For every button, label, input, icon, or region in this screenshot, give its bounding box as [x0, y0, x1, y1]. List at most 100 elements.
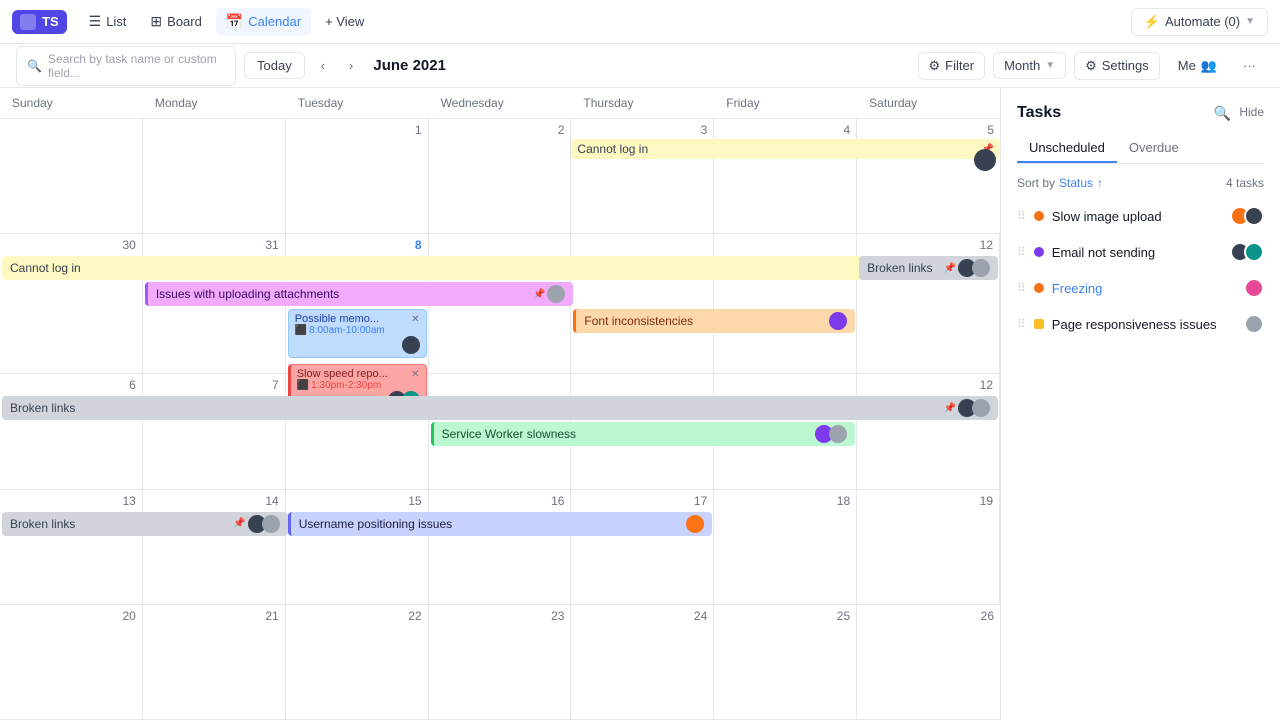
tab-overdue[interactable]: Overdue	[1117, 134, 1191, 163]
cell-jun14[interactable]: 7	[143, 374, 286, 488]
cell-27[interactable]: 20	[0, 605, 143, 719]
search-placeholder: Search by task name or custom field...	[48, 52, 225, 80]
task-status-dot	[1034, 283, 1044, 293]
cell-jun6[interactable]: 30	[0, 234, 143, 373]
today-button[interactable]: Today	[244, 52, 305, 79]
date-12: 12	[861, 238, 995, 252]
event-broken-links-w3[interactable]: Broken links 📌	[2, 396, 998, 420]
date-2: 2	[433, 123, 567, 137]
event-broken-links-w2[interactable]: Broken links 📌	[859, 256, 998, 280]
event-cannot-log-in-w2[interactable]: Cannot log in 📌	[2, 256, 998, 280]
cell-may31[interactable]	[143, 119, 286, 233]
cell-32[interactable]: 25	[714, 605, 857, 719]
cell-jun12[interactable]: 12	[857, 234, 1000, 373]
drag-handle-icon[interactable]: ⠿	[1017, 317, 1026, 331]
sort-value[interactable]: Status ↑	[1059, 176, 1103, 190]
cell-jun26[interactable]: 19	[857, 490, 1000, 604]
sort-row: Sort by Status ↑ 4 tasks	[1017, 176, 1264, 190]
filter-icon: ⚙	[929, 58, 941, 74]
cell-jun11[interactable]	[714, 234, 857, 373]
sort-label: Sort by	[1017, 176, 1055, 190]
task-avatar-group	[1230, 242, 1264, 262]
month-button[interactable]: Month ▼	[993, 52, 1066, 79]
date-13: 6	[4, 378, 138, 392]
cell-jun4[interactable]: 4 Cannot log in 📌	[714, 119, 857, 233]
me-label: Me	[1178, 58, 1196, 73]
event-upload-issues[interactable]: Issues with uploading attachments 📌	[145, 282, 574, 306]
avatar	[1244, 206, 1264, 226]
nav-list[interactable]: ☰ List	[79, 8, 137, 35]
nav-calendar[interactable]: 📅 Calendar	[216, 8, 311, 35]
month-chevron-icon: ▼	[1045, 60, 1055, 71]
event-title: Broken links	[867, 261, 932, 275]
cell-jun1[interactable]: 1	[286, 119, 429, 233]
cell-jun13[interactable]: 6	[0, 374, 143, 488]
search-box[interactable]: 🔍 Search by task name or custom field...	[16, 46, 236, 86]
cell-33[interactable]: 26	[857, 605, 1000, 719]
hide-button[interactable]: Hide	[1239, 105, 1264, 122]
date-19: 12	[861, 378, 995, 392]
cell-jun15[interactable]	[286, 374, 429, 488]
add-view-btn[interactable]: + View	[315, 9, 374, 34]
close-icon[interactable]: ✕	[411, 314, 419, 325]
drag-handle-icon[interactable]: ⠿	[1017, 209, 1026, 223]
filter-label: Filter	[945, 58, 974, 73]
cell-may30[interactable]	[0, 119, 143, 233]
cell-28[interactable]: 21	[143, 605, 286, 719]
settings-button[interactable]: ⚙ Settings	[1074, 52, 1160, 80]
cell-jun25[interactable]: 18	[714, 490, 857, 604]
today-label: Today	[257, 58, 292, 73]
pin-icon: 📌	[944, 403, 956, 414]
cell-30[interactable]: 23	[429, 605, 572, 719]
top-nav: TS ☰ List ⊞ Board 📅 Calendar + View ⚡ Au…	[0, 0, 1280, 44]
cell-jun5[interactable]: 5	[857, 119, 1000, 233]
event-broken-links-w4[interactable]: Broken links 📌	[2, 512, 288, 536]
nav-board[interactable]: ⊞ Board	[140, 8, 211, 35]
task-item[interactable]: ⠿ Freezing	[1017, 274, 1264, 302]
cell-jun23[interactable]: 16	[429, 490, 572, 604]
filter-button[interactable]: ⚙ Filter	[918, 52, 986, 80]
date-29: 22	[290, 609, 424, 623]
date-31: 31	[147, 238, 281, 252]
task-name: Email not sending	[1052, 245, 1222, 260]
drag-handle-icon[interactable]: ⠿	[1017, 245, 1026, 259]
cell-jun19[interactable]: 12	[857, 374, 1000, 488]
event-memory-leak[interactable]: Possible memo... ✕ ⬛ 8:00am-10:00am	[288, 309, 427, 358]
event-font-inconsistencies[interactable]: Font inconsistencies	[573, 309, 855, 333]
task-item[interactable]: ⠿ Email not sending	[1017, 238, 1264, 266]
cell-jun3[interactable]: 3	[571, 119, 714, 233]
day-wednesday: Wednesday	[429, 88, 572, 118]
add-view-label: + View	[325, 14, 364, 29]
task-avatar-group	[1230, 206, 1264, 226]
cell-29[interactable]: 22	[286, 605, 429, 719]
cell-31[interactable]: 24	[571, 605, 714, 719]
me-button[interactable]: Me 👥	[1168, 53, 1227, 79]
month-label: Month	[1004, 58, 1040, 73]
cell-jun21[interactable]: 14	[143, 490, 286, 604]
event-username-positioning[interactable]: Username positioning issues	[288, 512, 713, 536]
next-month-btn[interactable]: ›	[341, 54, 361, 77]
app-icon	[20, 14, 36, 30]
prev-month-btn[interactable]: ‹	[313, 54, 333, 77]
drag-handle-icon[interactable]: ⠿	[1017, 281, 1026, 295]
automate-button[interactable]: ⚡ Automate (0) ▼	[1131, 8, 1268, 36]
app-logo[interactable]: TS	[12, 10, 67, 34]
cell-jun20[interactable]: 13	[0, 490, 143, 604]
cell-jun2[interactable]: 2	[429, 119, 572, 233]
calendar-icon: 📅	[226, 13, 243, 30]
tab-unscheduled[interactable]: Unscheduled	[1017, 134, 1117, 163]
week-5: 20 21 22 23 24 25 26	[0, 605, 1000, 720]
task-name-link[interactable]: Freezing	[1052, 281, 1236, 296]
week-1: 1 2 3 4 Cannot log in 📌	[0, 119, 1000, 234]
more-options-button[interactable]: ···	[1235, 53, 1264, 78]
cell-jun22[interactable]: 15	[286, 490, 429, 604]
panel-header: Tasks 🔍 Hide	[1017, 104, 1264, 122]
task-item[interactable]: ⠿ Slow image upload	[1017, 202, 1264, 230]
date-3: 3	[575, 123, 709, 137]
event-service-worker[interactable]: Service Worker slowness	[431, 422, 856, 446]
event-cannot-log-in-w1[interactable]: Cannot log in 📌	[714, 139, 857, 159]
cell-jun10[interactable]	[571, 234, 714, 373]
cell-jun24[interactable]: 17	[571, 490, 714, 604]
panel-search-icon[interactable]: 🔍	[1214, 105, 1231, 122]
task-item[interactable]: ⠿ Page responsiveness issues	[1017, 310, 1264, 338]
